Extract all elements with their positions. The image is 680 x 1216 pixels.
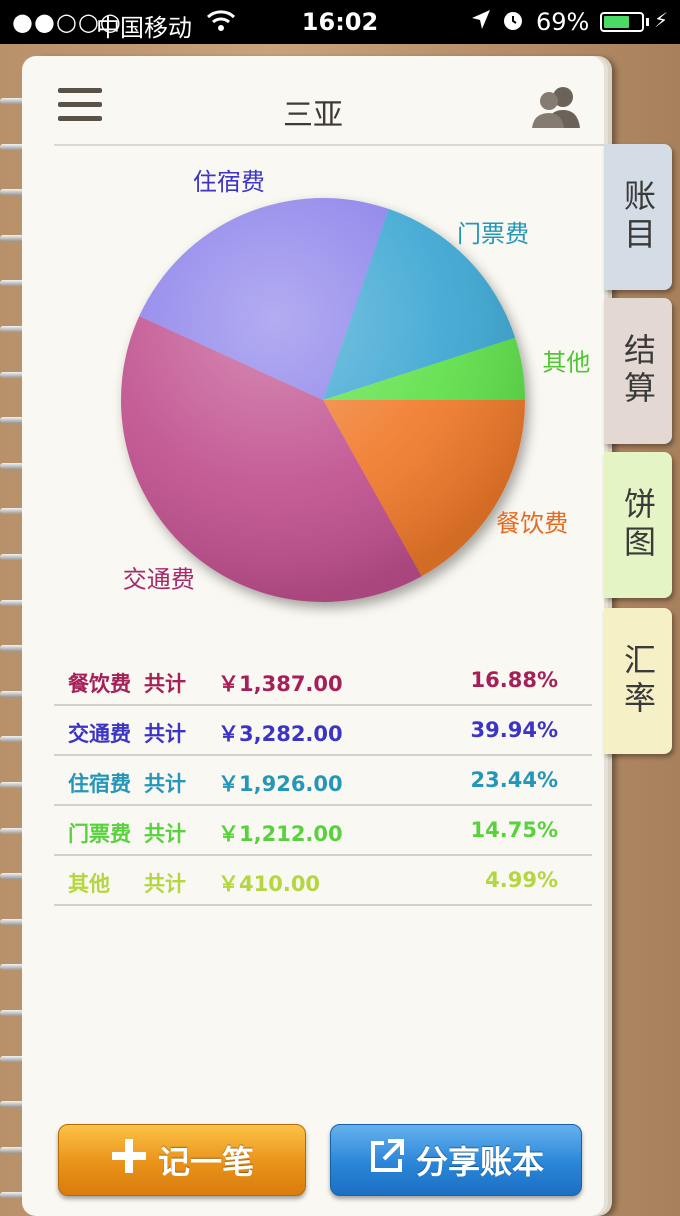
page-title: 三亚 [283, 98, 343, 133]
summary-percent: 23.44% [470, 768, 558, 792]
summary-total-label: 共计 [144, 872, 186, 896]
share-ledger-label: 分享账本 [415, 1143, 544, 1181]
summary-category: 餐饮费 [68, 672, 131, 696]
summary-total-label: 共计 [144, 772, 186, 796]
amount-value: 1,212.00 [239, 822, 343, 846]
summary-category: 其他 [68, 872, 110, 896]
currency-symbol: ￥ [218, 672, 239, 696]
tab-2[interactable]: 饼图 [604, 452, 672, 598]
share-ledger-button[interactable]: 分享账本 [330, 1124, 582, 1196]
summary-category: 住宿费 [68, 772, 131, 796]
add-entry-button[interactable]: 记一笔 [58, 1124, 306, 1196]
summary-amount: ￥1,387.00 [218, 668, 343, 698]
summary-category: 交通费 [68, 722, 131, 746]
summary-row[interactable]: 住宿费 共计 ￥1,926.00 23.44% [54, 756, 592, 806]
summary-row[interactable]: 其他 共计 ￥410.00 4.99% [54, 856, 592, 906]
users-icon[interactable] [530, 84, 582, 130]
amount-value: 1,387.00 [239, 672, 343, 696]
summary-percent: 39.94% [470, 718, 558, 742]
summary-amount: ￥410.00 [218, 868, 320, 898]
pie-slice-label: 门票费 [457, 220, 529, 248]
tab-3[interactable]: 汇率 [604, 608, 672, 754]
add-entry-label: 记一笔 [157, 1143, 254, 1181]
pie-chart: 餐饮费交通费 住宿费门票费其他 [22, 146, 604, 616]
pie-slice-label: 其他 [542, 349, 590, 377]
summary-row[interactable]: 交通费 共计 ￥3,282.00 39.94% [54, 706, 592, 756]
summary-total-label: 共计 [144, 722, 186, 746]
summary-percent: 16.88% [470, 668, 558, 692]
alarm-icon [502, 8, 524, 38]
tab-label: 饼图 [619, 487, 657, 563]
status-bar: ●●○○○ 中国移动 16:02 69% ⚡ [0, 0, 680, 44]
summary-total-label: 共计 [144, 822, 186, 846]
plus-icon [110, 1137, 148, 1183]
side-tabs: 账目 结算 饼图 汇率 [604, 0, 680, 1209]
summary-row[interactable]: 门票费 共计 ￥1,212.00 14.75% [54, 806, 592, 856]
summary-amount: ￥1,212.00 [218, 818, 343, 848]
summary-row[interactable]: 餐饮费 共计 ￥1,387.00 16.88% [54, 656, 592, 706]
battery-percent: 69% [536, 8, 590, 36]
summary-amount: ￥1,926.00 [218, 768, 343, 798]
amount-value: 410.00 [239, 872, 321, 896]
category-summary-list: 餐饮费 共计 ￥1,387.00 16.88% 交通费 共计 ￥3,282.00 39.94%… [54, 656, 592, 906]
tab-1[interactable]: 结算 [604, 298, 672, 444]
pie-slice-label: 住宿费 [193, 168, 265, 196]
summary-category: 门票费 [68, 822, 131, 846]
pie-chart-svg: 餐饮费交通费 住宿费门票费其他 [121, 168, 590, 602]
currency-symbol: ￥ [218, 772, 239, 796]
tab-label: 账目 [619, 179, 657, 255]
pie-slice-label: 交通费 [123, 565, 195, 593]
summary-percent: 4.99% [485, 868, 558, 892]
tab-label: 汇率 [619, 643, 657, 719]
summary-percent: 14.75% [470, 818, 558, 842]
currency-symbol: ￥ [218, 722, 239, 746]
currency-symbol: ￥ [218, 872, 239, 896]
summary-amount: ￥3,282.00 [218, 718, 343, 748]
amount-value: 1,926.00 [239, 772, 343, 796]
tab-label: 结算 [619, 333, 657, 409]
location-icon [470, 8, 492, 38]
tab-0[interactable]: 账目 [604, 144, 672, 290]
pie-slice-label: 餐饮费 [496, 510, 568, 538]
pie-gloss [121, 198, 525, 602]
amount-value: 3,282.00 [239, 722, 343, 746]
currency-symbol: ￥ [218, 822, 239, 846]
share-icon [368, 1137, 406, 1183]
header: 三亚 [22, 56, 604, 144]
summary-total-label: 共计 [144, 672, 186, 696]
